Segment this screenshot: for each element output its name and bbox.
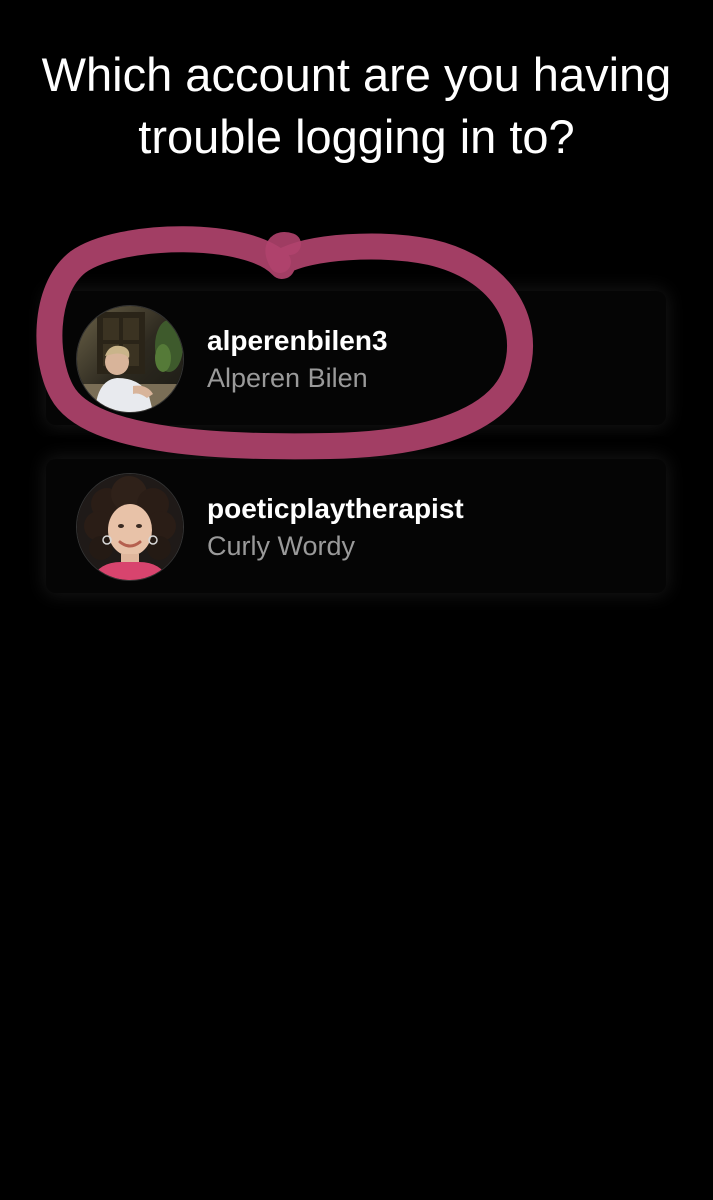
account-row-poeticplaytherapist[interactable]: poeticplaytherapist Curly Wordy xyxy=(46,459,666,593)
avatar xyxy=(76,473,184,581)
highlight-scribble-annotation xyxy=(36,226,533,460)
avatar xyxy=(76,305,184,413)
account-username: alperenbilen3 xyxy=(207,325,388,356)
profile-photo-man xyxy=(77,306,183,412)
account-full-name: Curly Wordy xyxy=(207,531,356,561)
account-picker-screen: Which account are you having trouble log… xyxy=(0,0,713,1200)
account-username: poeticplaytherapist xyxy=(207,493,464,524)
chevron-left-icon[interactable] xyxy=(30,0,52,6)
account-full-name: Alperen Bilen xyxy=(207,363,368,393)
account-row-alperenbilen3[interactable]: alperenbilen3 Alperen Bilen xyxy=(46,291,666,425)
profile-photo-woman xyxy=(77,474,183,580)
page-title: Which account are you having trouble log… xyxy=(41,48,672,163)
